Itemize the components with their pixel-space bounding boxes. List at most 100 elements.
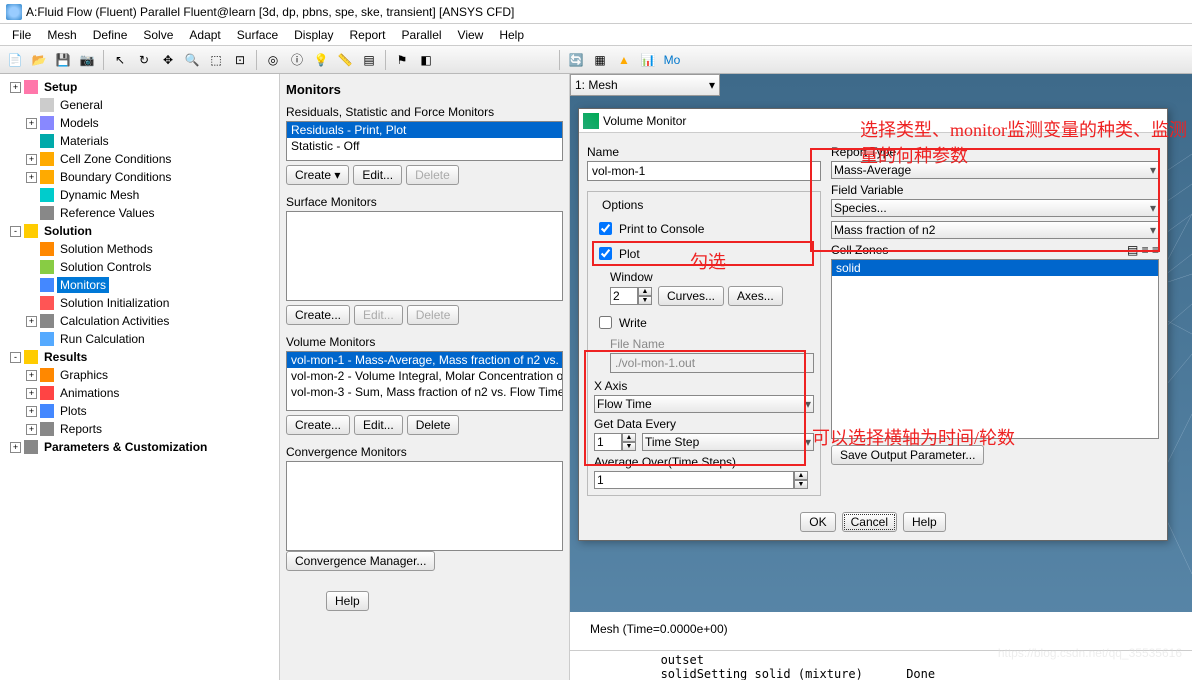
- section-list[interactable]: [286, 211, 563, 301]
- tree-item[interactable]: +Reports: [4, 420, 275, 438]
- ok-button[interactable]: OK: [800, 512, 835, 532]
- tree-item[interactable]: Monitors: [4, 276, 275, 294]
- section-btn[interactable]: Delete: [407, 415, 460, 435]
- move-icon[interactable]: ✥: [157, 49, 179, 71]
- getdata-unit-select[interactable]: Time Step: [642, 433, 814, 451]
- dialog-titlebar[interactable]: Volume Monitor: [579, 109, 1167, 133]
- ansys-icon[interactable]: ▲: [613, 49, 635, 71]
- tree-item[interactable]: Dynamic Mesh: [4, 186, 275, 204]
- tree-item[interactable]: +Boundary Conditions: [4, 168, 275, 186]
- tree-item[interactable]: +Graphics: [4, 366, 275, 384]
- menu-report[interactable]: Report: [341, 26, 393, 44]
- camera-icon[interactable]: 📷: [76, 49, 98, 71]
- menu-mesh[interactable]: Mesh: [39, 26, 84, 44]
- ruler-icon[interactable]: 📏: [334, 49, 356, 71]
- section-list[interactable]: vol-mon-1 - Mass-Average, Mass fraction …: [286, 351, 563, 411]
- tree-item[interactable]: +Setup: [4, 78, 275, 96]
- menu-define[interactable]: Define: [85, 26, 136, 44]
- menu-adapt[interactable]: Adapt: [181, 26, 228, 44]
- outline-tree[interactable]: +SetupGeneral+ModelsMaterials+Cell Zone …: [0, 74, 280, 680]
- flag-icon[interactable]: ⚑: [391, 49, 413, 71]
- list-item[interactable]: vol-mon-3 - Sum, Mass fraction of n2 vs.…: [287, 384, 562, 400]
- probe-icon[interactable]: ◎: [262, 49, 284, 71]
- tree-item[interactable]: +Calculation Activities: [4, 312, 275, 330]
- write-checkbox[interactable]: Write: [594, 312, 814, 333]
- layers-icon[interactable]: ▤: [358, 49, 380, 71]
- section-btn[interactable]: Edit...: [353, 165, 402, 185]
- section-list[interactable]: Residuals - Print, PlotStatistic - Off: [286, 121, 563, 161]
- tree-item[interactable]: -Results: [4, 348, 275, 366]
- tree-item[interactable]: -Solution: [4, 222, 275, 240]
- section-btn[interactable]: Create ▾: [286, 165, 349, 185]
- window-selector[interactable]: 1: Mesh▾: [570, 74, 720, 96]
- fit-icon[interactable]: ⊡: [229, 49, 251, 71]
- light-icon[interactable]: 💡: [310, 49, 332, 71]
- avgover-spinner[interactable]: ▲▼: [594, 471, 814, 489]
- tree-item[interactable]: +Plots: [4, 402, 275, 420]
- chart-icon[interactable]: 📊: [637, 49, 659, 71]
- cellzones-list[interactable]: solid: [831, 259, 1159, 439]
- menu-help[interactable]: Help: [491, 26, 532, 44]
- convergence-manager-button[interactable]: Convergence Manager...: [286, 551, 435, 571]
- dialog-help-button[interactable]: Help: [903, 512, 946, 532]
- section-btn[interactable]: Create...: [286, 305, 350, 325]
- section-btn[interactable]: Edit...: [354, 305, 403, 325]
- open-icon[interactable]: 📄: [4, 49, 26, 71]
- section-label: Residuals, Statistic and Force Monitors: [286, 105, 563, 119]
- grid-icon[interactable]: ▦: [589, 49, 611, 71]
- save-icon[interactable]: 💾: [52, 49, 74, 71]
- field-var-select[interactable]: Species...: [831, 199, 1159, 217]
- tree-item[interactable]: +Models: [4, 114, 275, 132]
- list-item[interactable]: vol-mon-1 - Mass-Average, Mass fraction …: [287, 352, 562, 368]
- section-label: Volume Monitors: [286, 335, 563, 349]
- tree-item[interactable]: +Parameters & Customization: [4, 438, 275, 456]
- name-input[interactable]: [587, 161, 821, 181]
- axes-button[interactable]: Axes...: [728, 286, 783, 306]
- tree-item[interactable]: Reference Values: [4, 204, 275, 222]
- report-type-select[interactable]: Mass-Average: [831, 161, 1159, 179]
- zoom-box-icon[interactable]: ⬚: [205, 49, 227, 71]
- tree-item[interactable]: +Animations: [4, 384, 275, 402]
- section-btn[interactable]: Create...: [286, 415, 350, 435]
- tree-item[interactable]: General: [4, 96, 275, 114]
- section-btn[interactable]: Delete: [407, 305, 460, 325]
- tree-item[interactable]: Solution Initialization: [4, 294, 275, 312]
- save-output-param-button[interactable]: Save Output Parameter...: [831, 445, 984, 465]
- zones-toolbar[interactable]: ▤ ≡ ≡: [1127, 243, 1159, 257]
- rotate-icon[interactable]: ↻: [133, 49, 155, 71]
- window-spinner[interactable]: ▲▼: [610, 287, 654, 305]
- field-var2-select[interactable]: Mass fraction of n2: [831, 221, 1159, 239]
- curves-button[interactable]: Curves...: [658, 286, 724, 306]
- info-icon[interactable]: ⓘ: [286, 49, 308, 71]
- list-item[interactable]: vol-mon-2 - Volume Integral, Molar Conce…: [287, 368, 562, 384]
- list-item[interactable]: Statistic - Off: [287, 138, 562, 154]
- folder-icon[interactable]: 📂: [28, 49, 50, 71]
- text-icon[interactable]: Mo: [661, 49, 683, 71]
- tree-item[interactable]: Run Calculation: [4, 330, 275, 348]
- menu-solve[interactable]: Solve: [135, 26, 181, 44]
- help-button[interactable]: Help: [326, 591, 369, 611]
- pointer-icon[interactable]: ↖: [109, 49, 131, 71]
- tool-icon[interactable]: ◧: [415, 49, 437, 71]
- menu-display[interactable]: Display: [286, 26, 341, 44]
- tree-item[interactable]: Solution Controls: [4, 258, 275, 276]
- tree-item[interactable]: +Cell Zone Conditions: [4, 150, 275, 168]
- menu-view[interactable]: View: [450, 26, 492, 44]
- tree-item[interactable]: Solution Methods: [4, 240, 275, 258]
- section-btn[interactable]: Edit...: [354, 415, 403, 435]
- menu-parallel[interactable]: Parallel: [394, 26, 450, 44]
- section-btn[interactable]: Delete: [406, 165, 459, 185]
- sync-icon[interactable]: 🔄: [565, 49, 587, 71]
- print-console-checkbox[interactable]: Print to Console: [594, 218, 814, 239]
- zone-item[interactable]: solid: [832, 260, 1158, 276]
- menu-surface[interactable]: Surface: [229, 26, 286, 44]
- zoom-in-icon[interactable]: 🔍: [181, 49, 203, 71]
- cancel-button[interactable]: Cancel: [842, 512, 897, 532]
- xaxis-select[interactable]: Flow Time: [594, 395, 814, 413]
- getdata-spinner[interactable]: ▲▼: [594, 433, 638, 451]
- menu-file[interactable]: File: [4, 26, 39, 44]
- section-list[interactable]: [286, 461, 563, 551]
- plot-checkbox[interactable]: Plot: [592, 241, 814, 266]
- tree-item[interactable]: Materials: [4, 132, 275, 150]
- list-item[interactable]: Residuals - Print, Plot: [287, 122, 562, 138]
